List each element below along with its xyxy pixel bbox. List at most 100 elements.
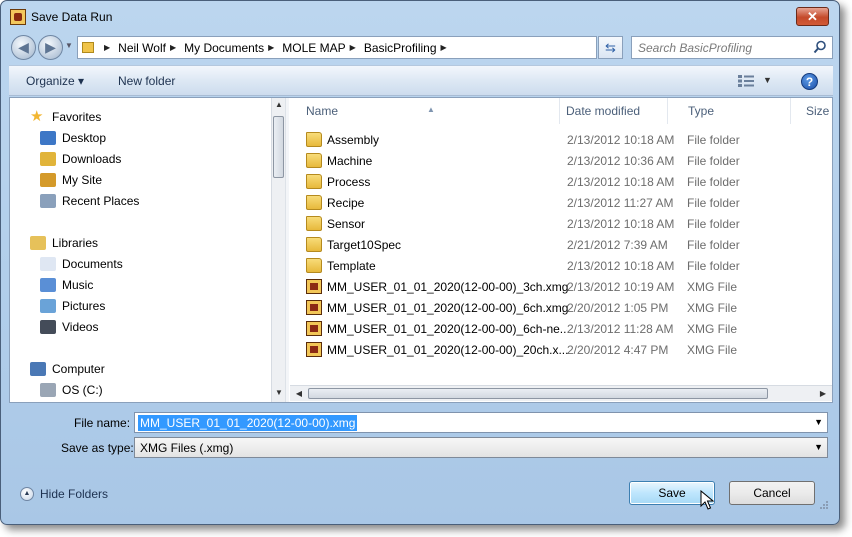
folder-icon <box>306 237 322 252</box>
file-type: File folder <box>687 133 740 147</box>
view-options-icon[interactable] <box>738 75 754 87</box>
resize-grip-icon[interactable] <box>819 500 829 510</box>
breadcrumb-item[interactable]: MOLE MAP ▶ <box>282 41 364 55</box>
search-box[interactable] <box>631 36 833 59</box>
breadcrumb-item[interactable]: Neil Wolf ▶ <box>118 41 184 55</box>
xmg-file-icon <box>306 342 322 357</box>
file-row[interactable]: Machine 2/13/2012 10:36 AM File folder <box>306 150 832 171</box>
breadcrumb-item[interactable]: BasicProfiling ▶ <box>364 41 455 55</box>
scrollbar-thumb[interactable] <box>308 388 768 399</box>
sidebar-item-my-site[interactable]: My Site <box>40 170 102 190</box>
xmg-file-icon <box>306 300 322 315</box>
folder-icon <box>306 153 322 168</box>
file-row[interactable]: MM_USER_01_01_2020(12-00-00)_6ch-ne... 2/… <box>306 318 832 339</box>
chevron-right-icon[interactable]: ▶ <box>268 43 274 52</box>
file-row[interactable]: Assembly 2/13/2012 10:18 AM File folder <box>306 129 832 150</box>
sidebar-item-label: Documents <box>62 257 123 271</box>
file-name-value[interactable]: MM_USER_01_01_2020(12-00-00).xmg <box>138 415 358 431</box>
chevron-right-icon[interactable]: ▶ <box>104 43 110 52</box>
breadcrumb-item[interactable]: My Documents ▶ <box>184 41 282 55</box>
chevron-down-icon[interactable]: ▼ <box>814 417 823 427</box>
file-row[interactable]: Target10Spec 2/21/2012 7:39 AM File folder <box>306 234 832 255</box>
forward-button[interactable]: ▶ <box>38 35 63 60</box>
breadcrumb-root-separator[interactable]: ▶ <box>100 43 118 52</box>
title-bar: Save Data Run ✕ <box>1 1 839 33</box>
file-date: 2/13/2012 10:18 AM <box>567 133 675 147</box>
file-name-field[interactable]: MM_USER_01_01_2020(12-00-00).xmg ▼ <box>134 412 828 433</box>
recent-locations-chevron-icon[interactable]: ▼ <box>65 41 73 50</box>
file-row[interactable]: Template 2/13/2012 10:18 AM File folder <box>306 255 832 276</box>
refresh-button[interactable]: ⇆ <box>598 36 623 59</box>
chevron-down-icon[interactable]: ▼ <box>814 442 823 452</box>
column-header-size[interactable]: Size <box>791 98 832 124</box>
file-list-horizontal-scrollbar[interactable]: ◀ ▶ <box>290 385 832 401</box>
sidebar-item-os-c[interactable]: OS (C:) <box>40 380 103 400</box>
music-icon <box>40 278 56 292</box>
cancel-button[interactable]: Cancel <box>729 481 815 505</box>
sidebar-item-label: Libraries <box>52 236 99 250</box>
file-list: Name ▲ Date modified Type Size Assembly 2… <box>290 98 832 402</box>
file-name: MM_USER_01_01_2020(12-00-00)_6ch.xmg <box>327 301 569 315</box>
file-row[interactable]: Process 2/13/2012 10:18 AM File folder <box>306 171 832 192</box>
file-name: Assembly <box>327 133 380 147</box>
navigation-pane-scrollbar[interactable]: ▲ ▼ <box>271 98 285 402</box>
xmg-file-icon <box>306 321 322 336</box>
my-site-icon <box>40 173 56 187</box>
chevron-right-icon[interactable]: ▶ <box>441 43 447 52</box>
file-date: 2/13/2012 11:28 AM <box>567 322 674 336</box>
sidebar-item-documents[interactable]: Documents <box>40 254 123 274</box>
scrollbar-thumb[interactable] <box>273 116 284 178</box>
sidebar-item-favorites[interactable]: ★ Favorites <box>30 107 101 127</box>
sidebar-item-computer[interactable]: Computer <box>30 359 105 379</box>
breadcrumb[interactable]: ▶ Neil Wolf ▶ My Documents ▶ MOLE MAP ▶ Bas… <box>77 36 597 59</box>
organize-button[interactable]: Organize ▾ <box>26 74 84 88</box>
sidebar-item-videos[interactable]: Videos <box>40 317 98 337</box>
scroll-up-arrow-icon[interactable]: ▲ <box>272 98 286 112</box>
sidebar-item-label: OS (C:) <box>62 383 103 397</box>
downloads-icon <box>40 152 56 166</box>
view-dropdown-chevron-icon[interactable]: ▼ <box>763 75 772 85</box>
close-button[interactable]: ✕ <box>796 7 829 26</box>
sidebar-item-downloads[interactable]: Downloads <box>40 149 121 169</box>
file-name: MM_USER_01_01_2020(12-00-00)_20ch.x... <box>327 343 569 357</box>
file-name: Process <box>327 175 371 189</box>
file-row[interactable]: MM_USER_01_01_2020(12-00-00)_3ch.xmg 2/13… <box>306 276 832 297</box>
help-icon[interactable]: ? <box>801 73 818 90</box>
hide-folders-button[interactable]: ▲ Hide Folders <box>20 487 108 501</box>
xmg-file-icon <box>306 279 322 294</box>
file-type: File folder <box>687 154 740 168</box>
pane-splitter[interactable] <box>285 98 289 402</box>
file-type: File folder <box>687 238 740 252</box>
back-button[interactable]: ◀ <box>11 35 36 60</box>
file-row[interactable]: Recipe 2/13/2012 11:27 AM File folder <box>306 192 832 213</box>
file-row[interactable]: MM_USER_01_01_2020(12-00-00)_20ch.x... 2/… <box>306 339 832 360</box>
column-header-date[interactable]: Date modified <box>550 98 668 124</box>
new-folder-button[interactable]: New folder <box>118 74 175 88</box>
column-header-type[interactable]: Type <box>671 98 791 124</box>
file-date: 2/13/2012 11:27 AM <box>567 196 674 210</box>
sidebar-item-libraries[interactable]: Libraries <box>30 233 98 253</box>
sidebar-item-recent-places[interactable]: Recent Places <box>40 191 139 211</box>
folder-icon <box>306 174 322 189</box>
app-icon <box>10 9 26 25</box>
sidebar-item-pictures[interactable]: Pictures <box>40 296 105 316</box>
save-dialog: Save Data Run ✕ ◀ ▶ ▼ ▶ Neil Wolf ▶ My Do… <box>0 0 840 525</box>
scroll-down-arrow-icon[interactable]: ▼ <box>272 386 286 400</box>
search-input[interactable] <box>638 40 808 56</box>
save-as-type-select[interactable]: XMG Files (.xmg) ▼ <box>134 437 828 458</box>
chevron-right-icon[interactable]: ▶ <box>350 43 356 52</box>
sidebar-item-desktop[interactable]: Desktop <box>40 128 106 148</box>
file-row[interactable]: Sensor 2/13/2012 10:18 AM File folder <box>306 213 832 234</box>
star-icon: ★ <box>30 108 44 125</box>
sidebar-item-music[interactable]: Music <box>40 275 93 295</box>
chevron-right-icon[interactable]: ▶ <box>170 43 176 52</box>
scroll-left-arrow-icon[interactable]: ◀ <box>292 387 306 401</box>
folder-icon <box>306 195 322 210</box>
column-header-name[interactable]: Name ▲ <box>290 98 560 124</box>
sidebar-item-label: Favorites <box>52 110 102 124</box>
file-type: File folder <box>687 259 740 273</box>
search-icon[interactable] <box>813 40 827 54</box>
scroll-right-arrow-icon[interactable]: ▶ <box>816 387 830 401</box>
file-row[interactable]: MM_USER_01_01_2020(12-00-00)_6ch.xmg 2/20… <box>306 297 832 318</box>
sidebar-item-label: My Site <box>62 173 103 187</box>
